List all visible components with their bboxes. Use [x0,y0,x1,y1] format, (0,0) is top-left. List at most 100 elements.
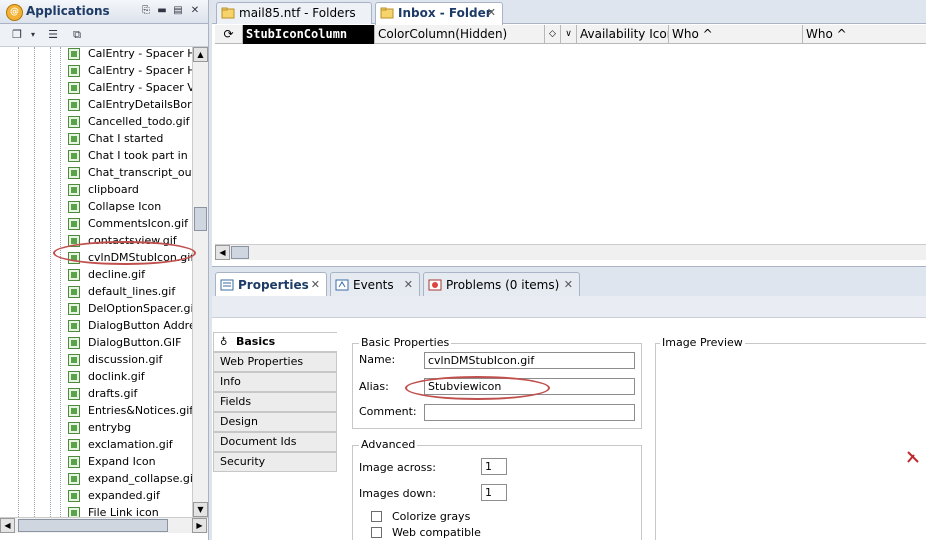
tree-item[interactable]: clipboard [68,182,192,199]
chevron-down-icon[interactable]: ∨ [561,25,577,44]
close-icon[interactable]: ✕ [189,5,201,17]
chevron-down-icon[interactable]: ▾ [26,28,40,42]
maximize-icon[interactable]: ▤ [172,5,184,17]
scroll-up-button[interactable]: ▲ [193,47,208,62]
close-icon[interactable]: ✕ [564,278,573,291]
refresh-icon[interactable]: ⟳ [215,25,243,44]
tab-mail85-folders[interactable]: mail85.ntf - Folders [216,2,372,24]
scroll-left-button[interactable]: ◀ [215,245,230,260]
tab-inbox-folder[interactable]: Inbox - Folder ✕ [375,2,503,25]
tree-item[interactable]: CalEntry - Spacer Hori [68,47,192,63]
column-who[interactable]: Who ^ [669,25,803,44]
close-icon[interactable]: ✕ [404,278,413,291]
column-colorcolumn-hidden[interactable]: ColorColumn(Hidden) [375,25,545,44]
image-resource-icon [68,150,80,162]
tree-item[interactable]: Chat_transcript_outli [68,165,192,182]
section-info[interactable]: Info [213,372,337,392]
section-fields[interactable]: Fields [213,392,337,412]
tree-item[interactable]: Chat I started [68,131,192,148]
stub-icon-preview [907,451,919,463]
highlight-oval [53,241,196,265]
tree-item[interactable]: Expand Icon [68,454,192,471]
tree-item[interactable]: decline.gif [68,267,192,284]
section-basics[interactable]: ♁ Basics [213,332,337,352]
tree-item-label: Expand Icon [88,455,156,468]
view-design-area[interactable] [215,44,926,244]
tree-vertical-scrollbar[interactable]: ▲ ▼ [192,47,208,517]
image-resource-icon [68,116,80,128]
image-across-field[interactable] [481,458,507,475]
tree-item-label: exclamation.gif [88,438,173,451]
tree-item[interactable]: Collapse Icon [68,199,192,216]
tree-item-label: Collapse Icon [88,200,162,213]
tree-item[interactable]: expand_collapse.gif [68,471,192,488]
image-resource-icon [68,184,80,196]
tree-item[interactable]: expanded.gif [68,488,192,505]
tree-item[interactable]: DialogButton Address [68,318,192,335]
tab-problems[interactable]: Problems (0 items) ✕ [423,272,580,297]
scroll-thumb[interactable] [194,207,207,231]
tree-item[interactable]: CalEntry - Spacer Ver [68,80,192,97]
scroll-thumb[interactable] [18,519,168,532]
section-design[interactable]: Design [213,412,337,432]
tab-properties[interactable]: Properties ✕ [215,272,327,297]
scroll-down-button[interactable]: ▼ [193,502,208,517]
section-security[interactable]: Security [213,452,337,472]
section-document-ids[interactable]: Document Ids [213,432,337,452]
tree-item[interactable]: CalEntry - Spacer Hori [68,63,192,80]
tree-item[interactable]: default_lines.gif [68,284,192,301]
new-design-element-icon[interactable]: ❐ [10,28,24,42]
comment-field[interactable] [424,404,635,421]
image-resource-icon [68,456,80,468]
image-resource-icon [68,201,80,213]
section-web-properties[interactable]: Web Properties [213,352,337,372]
image-resource-icon [68,405,80,417]
colorize-grays-label: Colorize grays [392,510,471,523]
tree-item[interactable]: File Link icon [68,505,192,517]
image-resource-icon [68,439,80,451]
image-resource-icon [68,473,80,485]
sort-icon[interactable]: ◇ [545,25,561,44]
web-compatible-checkbox[interactable] [371,527,382,538]
close-icon[interactable]: ✕ [311,278,320,291]
application-tree[interactable]: CalEntry - Spacer Hori CalEntry - Spacer … [0,47,192,517]
column-who-2[interactable]: Who ^ [803,25,926,44]
tree-item[interactable]: exclamation.gif [68,437,192,454]
close-icon[interactable]: ✕ [487,6,496,19]
scroll-left-button[interactable]: ◀ [0,518,15,533]
tree-item-label: decline.gif [88,268,146,281]
minimize-icon[interactable]: ▬ [156,5,168,17]
working-set-icon[interactable]: ⧉ [70,28,84,42]
tree-item[interactable]: Cancelled_todo.gif [68,114,192,131]
tree-horizontal-scrollbar[interactable]: ◀ ▶ [0,517,208,533]
tree-item[interactable]: drafts.gif [68,386,192,403]
scroll-right-button[interactable]: ▶ [192,518,207,533]
name-field[interactable] [424,352,635,369]
colorize-grays-checkbox[interactable] [371,511,382,522]
tab-events[interactable]: Events ✕ [330,272,420,297]
tree-item-label: CalEntryDetailsBorder [88,98,192,111]
tree-view-icon[interactable]: ☰ [46,28,60,42]
scroll-thumb[interactable] [231,246,249,259]
tree-item[interactable]: DialogButton.GIF [68,335,192,352]
web-compatible-label: Web compatible [392,526,481,539]
link-icon[interactable]: ⎘ [140,5,152,17]
tree-item[interactable]: CommentsIcon.gif [68,216,192,233]
tree-item[interactable]: DelOptionSpacer.gif [68,301,192,318]
basics-icon: ♁ [220,337,228,348]
tree-item[interactable]: discussion.gif [68,352,192,369]
view-horizontal-scrollbar[interactable]: ◀ [215,244,926,260]
column-stubiconcolumn[interactable]: StubIconColumn [243,25,375,44]
image-resource-icon [68,422,80,434]
tree-item-label: Chat I took part in [88,149,188,162]
tree-item[interactable]: CalEntryDetailsBorder [68,97,192,114]
tree-item[interactable]: entrybg [68,420,192,437]
images-down-field[interactable] [481,484,507,501]
properties-icon [220,279,234,291]
tree-item[interactable]: Entries&Notices.gif [68,403,192,420]
tree-item[interactable]: Chat I took part in [68,148,192,165]
image-resource-icon [68,133,80,145]
column-availability-icon[interactable]: Availability Icon [577,25,669,44]
tree-item[interactable]: doclink.gif [68,369,192,386]
highlight-oval [405,376,550,400]
